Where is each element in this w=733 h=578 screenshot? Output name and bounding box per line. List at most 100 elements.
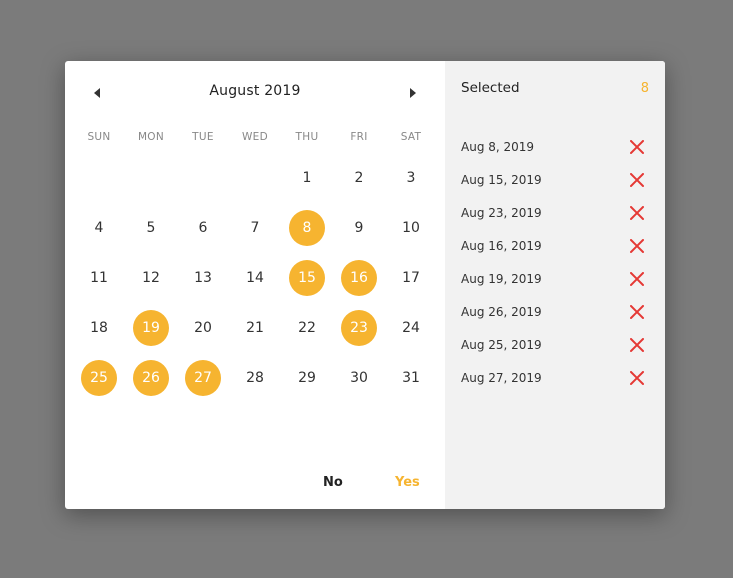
yes-button[interactable]: Yes (395, 475, 420, 490)
selected-date-label: Aug 15, 2019 (461, 172, 542, 187)
day-cell: 7 (229, 203, 281, 253)
day-cell: 21 (229, 303, 281, 353)
weekday-label: FRI (350, 131, 368, 143)
close-x-icon (630, 172, 644, 187)
empty-cell (73, 153, 125, 203)
day-cell: 12 (125, 253, 177, 303)
selected-date-label: Aug 26, 2019 (461, 304, 542, 319)
day-button[interactable]: 2 (341, 160, 377, 196)
day-cell: 18 (73, 303, 125, 353)
empty-cell (125, 153, 177, 203)
day-button[interactable]: 4 (81, 210, 117, 246)
day-button[interactable]: 6 (185, 210, 221, 246)
day-button[interactable]: 18 (81, 310, 117, 346)
weekday-label: TUE (192, 131, 214, 143)
remove-date-button[interactable] (629, 238, 645, 254)
weekday-label: SUN (87, 131, 111, 143)
day-button-selected[interactable]: 27 (185, 360, 221, 396)
day-button-selected[interactable]: 23 (341, 310, 377, 346)
close-x-icon (630, 205, 644, 220)
close-x-icon (630, 271, 644, 286)
day-cell: 15 (281, 253, 333, 303)
day-cell: 27 (177, 353, 229, 403)
day-button[interactable]: 3 (393, 160, 429, 196)
day-cell: 20 (177, 303, 229, 353)
day-button-selected[interactable]: 19 (133, 310, 169, 346)
selected-item: Aug 15, 2019 (461, 163, 645, 196)
next-month-button[interactable] (405, 85, 421, 101)
day-button[interactable]: 10 (393, 210, 429, 246)
day-button[interactable]: 5 (133, 210, 169, 246)
day-button-selected[interactable]: 8 (289, 210, 325, 246)
day-button[interactable]: 31 (393, 360, 429, 396)
day-button[interactable]: 22 (289, 310, 325, 346)
selected-item: Aug 26, 2019 (461, 295, 645, 328)
day-button-selected[interactable]: 15 (289, 260, 325, 296)
day-grid: 1 2 3 4 5 6 7 8 9 10 11 12 13 14 15 16 17 18 19 20 21 22 23 24 2… (73, 153, 437, 403)
remove-date-button[interactable] (629, 304, 645, 320)
day-button[interactable]: 17 (393, 260, 429, 296)
remove-date-button[interactable] (629, 139, 645, 155)
weekday-label: WED (241, 131, 268, 143)
day-button[interactable]: 21 (237, 310, 273, 346)
selected-date-label: Aug 19, 2019 (461, 271, 542, 286)
selected-date-label: Aug 16, 2019 (461, 238, 542, 253)
month-title: August 2019 (209, 83, 301, 99)
empty-cell (229, 153, 281, 203)
day-button-selected[interactable]: 26 (133, 360, 169, 396)
remove-date-button[interactable] (629, 172, 645, 188)
day-button[interactable]: 13 (185, 260, 221, 296)
day-cell: 6 (177, 203, 229, 253)
day-cell: 16 (333, 253, 385, 303)
day-button[interactable]: 14 (237, 260, 273, 296)
day-cell: 31 (385, 353, 437, 403)
selected-date-label: Aug 8, 2019 (461, 139, 535, 154)
day-cell: 8 (281, 203, 333, 253)
day-cell: 14 (229, 253, 281, 303)
day-button[interactable]: 11 (81, 260, 117, 296)
day-cell: 1 (281, 153, 333, 203)
day-cell: 25 (73, 353, 125, 403)
selected-count: 8 (640, 80, 649, 96)
close-x-icon (630, 139, 644, 154)
day-cell: 9 (333, 203, 385, 253)
remove-date-button[interactable] (629, 271, 645, 287)
day-button-selected[interactable]: 16 (341, 260, 377, 296)
day-cell: 4 (73, 203, 125, 253)
day-button-selected[interactable]: 25 (81, 360, 117, 396)
day-button[interactable]: 1 (289, 160, 325, 196)
day-cell: 10 (385, 203, 437, 253)
remove-date-button[interactable] (629, 337, 645, 353)
close-x-icon (630, 238, 644, 253)
day-button[interactable]: 30 (341, 360, 377, 396)
selected-date-label: Aug 25, 2019 (461, 337, 542, 352)
day-cell: 26 (125, 353, 177, 403)
day-cell: 5 (125, 203, 177, 253)
weekday-label: SAT (400, 131, 422, 143)
day-cell: 17 (385, 253, 437, 303)
selected-date-label: Aug 23, 2019 (461, 205, 542, 220)
day-cell: 11 (73, 253, 125, 303)
close-x-icon (630, 337, 644, 352)
no-button[interactable]: No (323, 475, 343, 490)
weekday-label: THU (295, 131, 319, 143)
close-x-icon (630, 304, 644, 319)
day-button[interactable]: 29 (289, 360, 325, 396)
remove-date-button[interactable] (629, 370, 645, 386)
caret-left-icon (94, 88, 100, 98)
day-cell: 3 (385, 153, 437, 203)
close-x-icon (630, 370, 644, 385)
date-picker-dialog: August 2019 SUN MON TUE WED THU FRI SAT 123456… (65, 61, 665, 509)
remove-date-button[interactable] (629, 205, 645, 221)
day-button[interactable]: 7 (237, 210, 273, 246)
day-button[interactable]: 28 (237, 360, 273, 396)
day-cell: 29 (281, 353, 333, 403)
day-button[interactable]: 24 (393, 310, 429, 346)
day-button[interactable]: 9 (341, 210, 377, 246)
prev-month-button[interactable] (89, 85, 105, 101)
day-button[interactable]: 20 (185, 310, 221, 346)
day-cell: 30 (333, 353, 385, 403)
day-button[interactable]: 12 (133, 260, 169, 296)
selected-item: Aug 25, 2019 (461, 328, 645, 361)
selected-item: Aug 23, 2019 (461, 196, 645, 229)
